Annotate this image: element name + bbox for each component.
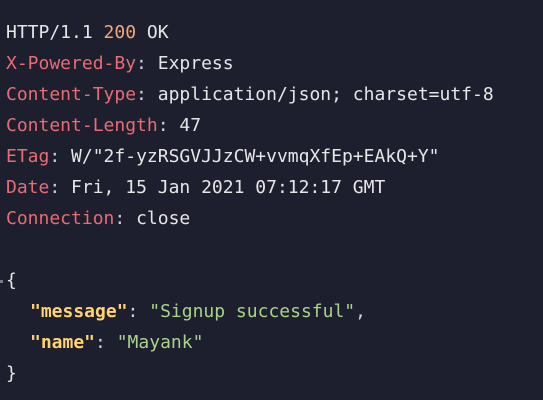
json-string-value: "Mayank" — [116, 332, 204, 353]
json-field-message: "message": "Signup successful", — [30, 301, 366, 322]
json-string-value: "Signup successful" — [149, 301, 356, 322]
header-line-x-powered-by: X-Powered-By: Express — [6, 53, 234, 74]
protocol: HTTP/1.1 — [6, 22, 93, 43]
header-key: ETag — [6, 146, 50, 167]
header-key: X-Powered-By — [6, 53, 137, 74]
http-response-panel: HTTP/1.1 200 OK X-Powered-By: Express Co… — [0, 0, 543, 400]
header-line-content-length: Content-Length: 47 — [6, 115, 202, 136]
json-close-brace: } — [6, 363, 17, 384]
header-key: Content-Length — [6, 115, 158, 136]
header-line-content-type: Content-Type: application/json; charset=… — [6, 84, 494, 105]
status-line: HTTP/1.1 200 OK — [6, 20, 169, 46]
header-value: application/json; charset=utf-8 — [157, 84, 494, 105]
header-line-connection: Connection: close — [6, 208, 191, 229]
json-open-brace: { — [6, 270, 17, 291]
header-key: Content-Type — [6, 84, 137, 105]
header-line-date: Date: Fri, 15 Jan 2021 07:12:17 GMT — [6, 177, 386, 198]
status-reason: OK — [146, 22, 169, 43]
header-value: close — [136, 208, 191, 229]
header-key: Date — [6, 177, 50, 198]
status-code: 200 — [103, 22, 137, 43]
json-key: "name" — [30, 332, 96, 353]
header-value: Express — [157, 53, 234, 74]
header-key: Connection — [6, 208, 115, 229]
header-line-etag: ETag: W/"2f-yzRSGVJJzCW+vvmqXfEp+EAkQ+Y" — [6, 146, 440, 167]
fold-marker-icon[interactable] — [0, 280, 3, 283]
header-value: W/"2f-yzRSGVJJzCW+vvmqXfEp+EAkQ+Y" — [71, 146, 440, 167]
json-field-name: "name": "Mayank" — [30, 332, 204, 353]
header-value: Fri, 15 Jan 2021 07:12:17 GMT — [71, 177, 386, 198]
json-key: "message" — [30, 301, 128, 322]
header-value: 47 — [179, 115, 202, 136]
